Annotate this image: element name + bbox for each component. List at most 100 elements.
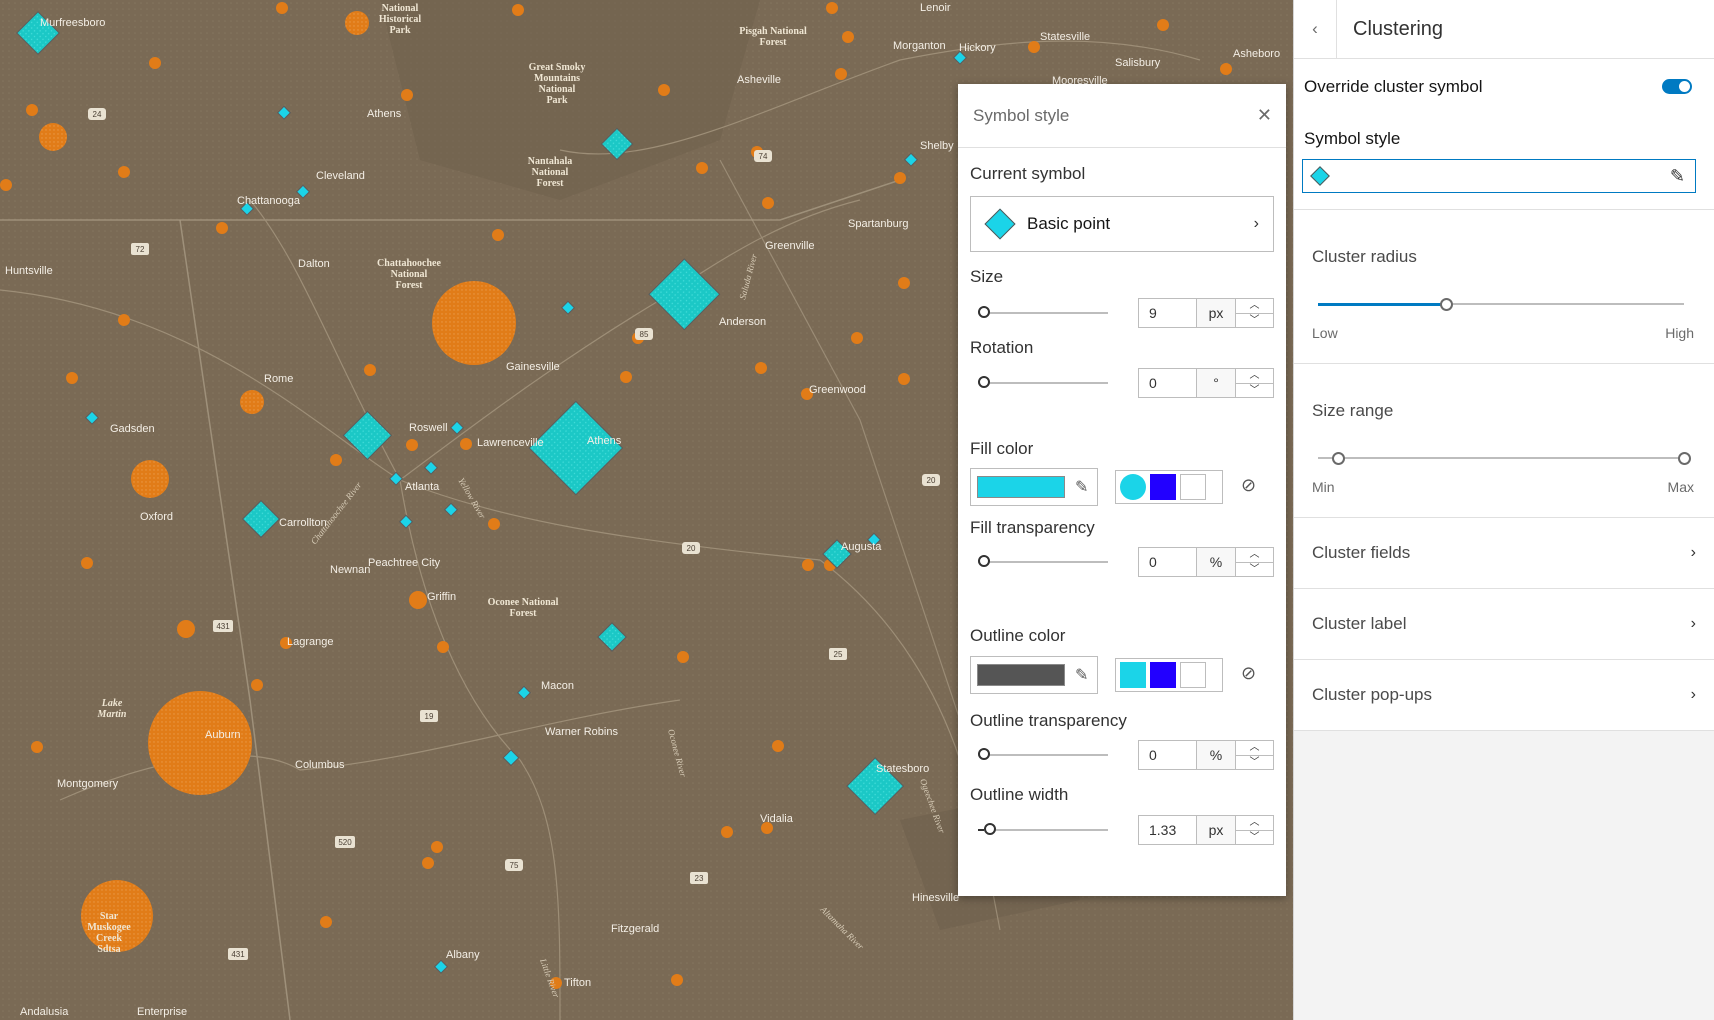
size-range-min-thumb[interactable]	[1332, 452, 1345, 465]
symbol-style-field[interactable]: ✎	[1302, 159, 1696, 193]
outline-width-unit: px	[1197, 816, 1236, 844]
svg-text:Forest: Forest	[536, 178, 564, 189]
outline-width-input[interactable]: 1.33 px ︿ ﹀	[1138, 815, 1274, 845]
chevron-right-icon: ›	[1690, 615, 1696, 632]
current-symbol-button[interactable]: Basic point ›	[970, 196, 1274, 252]
svg-text:Forest: Forest	[759, 37, 787, 48]
outline-width-value[interactable]: 1.33	[1139, 816, 1197, 844]
chevron-up-icon[interactable]: ︿	[1236, 369, 1273, 383]
svg-text:Statesboro: Statesboro	[876, 763, 929, 775]
svg-text:Mountains: Mountains	[534, 73, 580, 84]
override-cluster-symbol-toggle[interactable]	[1662, 79, 1692, 94]
rotation-input[interactable]: 0 ° ︿ ﹀	[1138, 368, 1274, 398]
cluster-label-row[interactable]: Cluster label ›	[1294, 589, 1714, 660]
svg-text:National: National	[382, 3, 419, 14]
size-range-section: Size range Min Max	[1294, 364, 1714, 518]
svg-text:Great Smoky: Great Smoky	[529, 62, 586, 73]
recent-color-chip[interactable]	[1180, 474, 1206, 500]
recent-color-chip[interactable]	[1120, 662, 1146, 688]
svg-text:Asheboro: Asheboro	[1233, 48, 1280, 60]
cluster-popups-label: Cluster pop-ups	[1312, 685, 1433, 704]
clustering-header: ‹ Clustering	[1294, 0, 1714, 59]
chevron-down-icon[interactable]: ﹀	[1236, 383, 1273, 398]
pencil-icon[interactable]: ✎	[1075, 477, 1088, 497]
fill-transparency-value[interactable]: 0	[1139, 548, 1197, 576]
cluster-radius-slider[interactable]	[1318, 296, 1684, 312]
fill-transparency-slider[interactable]	[978, 554, 1108, 570]
svg-text:431: 431	[231, 950, 245, 959]
outline-width-slider[interactable]	[978, 822, 1108, 838]
size-range-max-thumb[interactable]	[1678, 452, 1691, 465]
fill-transparency-input[interactable]: 0 % ︿ ﹀	[1138, 547, 1274, 577]
outline-transparency-input[interactable]: 0 % ︿ ﹀	[1138, 740, 1274, 770]
chevron-up-icon[interactable]: ︿	[1236, 816, 1273, 830]
outline-width-slider-thumb[interactable]	[984, 823, 996, 835]
recent-color-chip[interactable]	[1150, 662, 1176, 688]
rotation-slider[interactable]	[978, 375, 1108, 391]
radius-min-label: Low	[1312, 325, 1338, 341]
chevron-up-icon[interactable]: ︿	[1236, 548, 1273, 562]
symbol-style-title: Symbol style	[973, 105, 1070, 125]
svg-text:Chattanooga: Chattanooga	[237, 195, 301, 207]
chevron-down-icon[interactable]: ﹀	[1236, 755, 1273, 770]
svg-text:Gadsden: Gadsden	[110, 423, 155, 435]
recent-color-chip[interactable]	[1180, 662, 1206, 688]
svg-text:Enterprise: Enterprise	[137, 1006, 187, 1018]
pencil-icon[interactable]: ✎	[1075, 665, 1088, 685]
svg-text:431: 431	[216, 622, 230, 631]
svg-text:20: 20	[687, 544, 696, 553]
size-slider[interactable]	[978, 305, 1108, 321]
svg-text:Forest: Forest	[509, 608, 537, 619]
svg-text:Albany: Albany	[446, 949, 480, 961]
cluster-fields-row[interactable]: Cluster fields ›	[1294, 518, 1714, 589]
size-range-slider[interactable]	[1318, 450, 1691, 466]
svg-text:Historical: Historical	[379, 14, 421, 25]
panel-title: Clustering	[1353, 17, 1444, 40]
svg-text:Carrollton: Carrollton	[279, 517, 327, 529]
outline-transparency-slider[interactable]	[978, 747, 1108, 763]
fill-color-swatch[interactable]	[977, 476, 1065, 498]
pencil-icon[interactable]: ✎	[1670, 166, 1685, 187]
no-color-icon[interactable]: ⊘	[1241, 663, 1256, 684]
cluster-radius-slider-thumb[interactable]	[1440, 298, 1454, 311]
outline-color-well[interactable]: ✎	[970, 656, 1098, 694]
svg-text:75: 75	[510, 861, 519, 870]
svg-text:85: 85	[640, 330, 649, 339]
svg-text:Nantahala: Nantahala	[528, 156, 572, 167]
rotation-unit: °	[1197, 369, 1236, 397]
chevron-down-icon[interactable]: ﹀	[1236, 313, 1273, 328]
svg-text:Greenville: Greenville	[765, 240, 815, 252]
chevron-up-icon[interactable]: ︿	[1236, 299, 1273, 313]
svg-text:Salisbury: Salisbury	[1115, 57, 1161, 69]
svg-text:Macon: Macon	[541, 680, 574, 692]
svg-text:Asheville: Asheville	[737, 74, 781, 86]
rotation-slider-thumb[interactable]	[978, 376, 990, 388]
recent-color-chip[interactable]	[1150, 474, 1176, 500]
svg-text:National: National	[532, 167, 569, 178]
recent-color-chip[interactable]	[1120, 474, 1146, 500]
fill-transparency-slider-thumb[interactable]	[978, 555, 990, 567]
svg-text:Fitzgerald: Fitzgerald	[611, 923, 659, 935]
svg-text:Muskogee: Muskogee	[87, 922, 131, 933]
svg-text:Huntsville: Huntsville	[5, 265, 53, 277]
svg-text:Athens: Athens	[367, 108, 402, 120]
chevron-down-icon[interactable]: ﹀	[1236, 562, 1273, 577]
rotation-value[interactable]: 0	[1139, 369, 1197, 397]
chevron-up-icon[interactable]: ︿	[1236, 741, 1273, 755]
outline-transparency-slider-thumb[interactable]	[978, 748, 990, 760]
size-input[interactable]: 9 px ︿ ﹀	[1138, 298, 1274, 328]
chevron-left-icon[interactable]: ‹	[1294, 0, 1337, 58]
svg-text:Morganton: Morganton	[893, 40, 946, 52]
fill-color-well[interactable]: ✎	[970, 468, 1098, 506]
size-slider-thumb[interactable]	[978, 306, 990, 318]
svg-text:Sdtsa: Sdtsa	[97, 944, 120, 955]
chevron-down-icon[interactable]: ﹀	[1236, 830, 1273, 845]
close-icon[interactable]: ✕	[1257, 105, 1272, 126]
override-section: Override cluster symbol Symbol style ✎	[1294, 59, 1714, 210]
no-color-icon[interactable]: ⊘	[1241, 475, 1256, 496]
outline-transparency-value[interactable]: 0	[1139, 741, 1197, 769]
size-value[interactable]: 9	[1139, 299, 1197, 327]
outline-color-swatch[interactable]	[977, 664, 1065, 686]
svg-text:Spartanburg: Spartanburg	[848, 218, 909, 230]
cluster-popups-row[interactable]: Cluster pop-ups ›	[1294, 660, 1714, 731]
